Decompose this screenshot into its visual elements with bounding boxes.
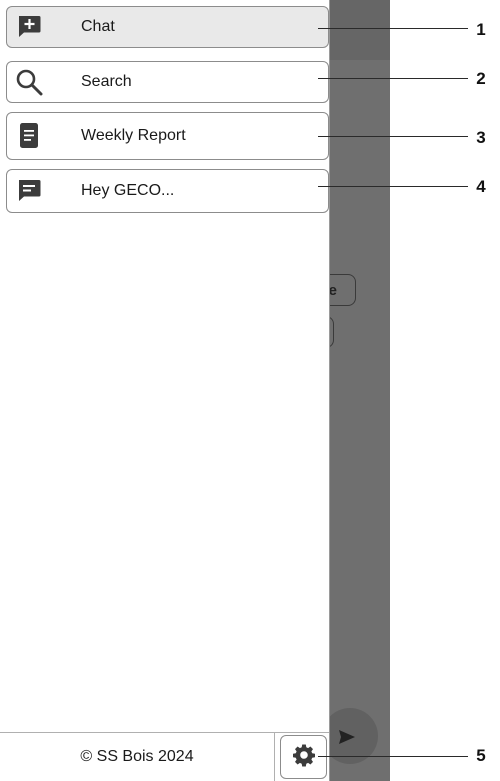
chat-history-item[interactable]: Hey GECO... [6,169,329,213]
callout-number: 2 [476,69,486,88]
add-chat-icon [15,13,43,41]
gear-icon [292,743,316,772]
drawer-footer: © SS Bois 2024 [0,732,329,781]
callout-line [318,186,468,187]
drawer-item-label: Weekly Report [81,127,186,144]
weekly-report-button[interactable]: Weekly Report [6,112,329,160]
callout-line [318,756,468,757]
document-icon [15,122,43,150]
search-button[interactable]: Search [6,61,329,103]
app-top-bar [330,0,390,60]
callout-number: 1 [476,20,486,39]
callout-number: 5 [476,746,486,765]
callout-line [318,136,468,137]
search-icon [15,68,43,96]
drawer-item-label: Search [81,73,132,90]
drawer-item-label: Chat [81,18,115,35]
navigation-drawer: Chat Search Weekly Report Hey GECO... © … [0,0,330,781]
chat-bubble-icon [15,177,43,205]
copyright-text: © SS Bois 2024 [0,733,275,781]
settings-button[interactable] [280,735,327,779]
drawer-item-label: Hey GECO... [81,182,175,199]
callout-number: 4 [476,177,486,196]
callout-number: 3 [476,128,486,147]
send-icon [336,726,358,748]
callout-line [318,78,468,79]
callout-line [318,28,468,29]
new-chat-button[interactable]: Chat [6,6,329,48]
